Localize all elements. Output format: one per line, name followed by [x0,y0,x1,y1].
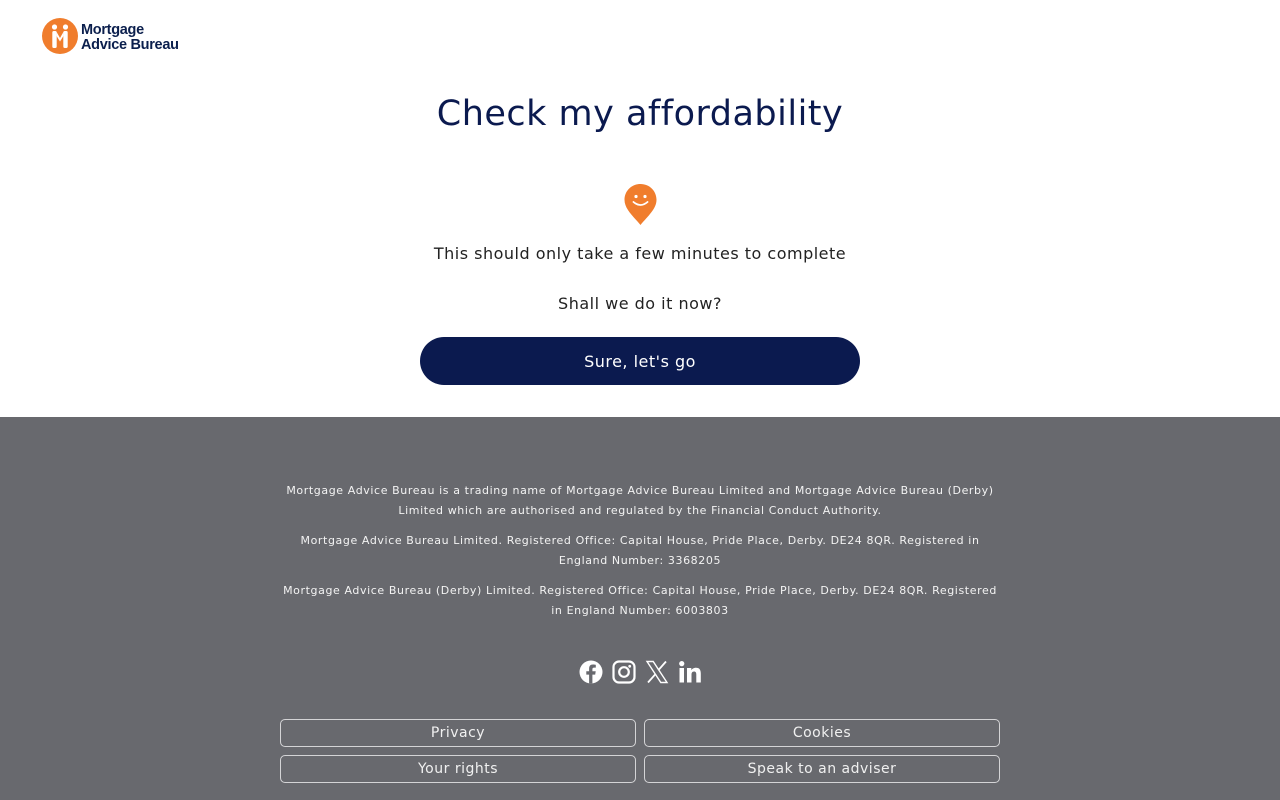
your-rights-link[interactable]: Your rights [280,755,636,783]
legal-text-3: Mortgage Advice Bureau (Derby) Limited. … [283,584,997,617]
social-links [0,660,1280,684]
logo-wordmark: Mortgage Advice Bureau [81,20,179,53]
privacy-link[interactable]: Privacy [280,719,636,747]
footer: Mortgage Advice Bureau is a trading name… [0,417,1280,800]
cookies-link[interactable]: Cookies [644,719,1000,747]
x-icon[interactable] [645,660,669,684]
mab-logo-icon [42,18,78,54]
legal-text-2: Mortgage Advice Bureau Limited. Register… [300,534,980,567]
start-button[interactable]: Sure, let's go [420,337,860,385]
logo-line-2: Advice Bureau [81,36,179,53]
smiley-pin-icon [624,184,657,225]
facebook-icon[interactable] [579,660,603,684]
page: Mortgage Advice Bureau Check my affordab… [0,0,1280,800]
page-title: Check my affordability [436,94,844,134]
start-question-text: Shall we do it now? [558,294,722,313]
logo-line-1: Mortgage [81,21,144,38]
speak-to-adviser-link[interactable]: Speak to an adviser [644,755,1000,783]
footer-links: Privacy Cookies Your rights Speak to an … [280,719,1000,783]
time-estimate-text: This should only take a few minutes to c… [433,244,847,263]
brand-logo[interactable]: Mortgage Advice Bureau [42,17,179,55]
linkedin-icon[interactable] [678,660,702,684]
instagram-icon[interactable] [611,660,636,684]
legal-text-1: Mortgage Advice Bureau is a trading name… [286,484,994,517]
